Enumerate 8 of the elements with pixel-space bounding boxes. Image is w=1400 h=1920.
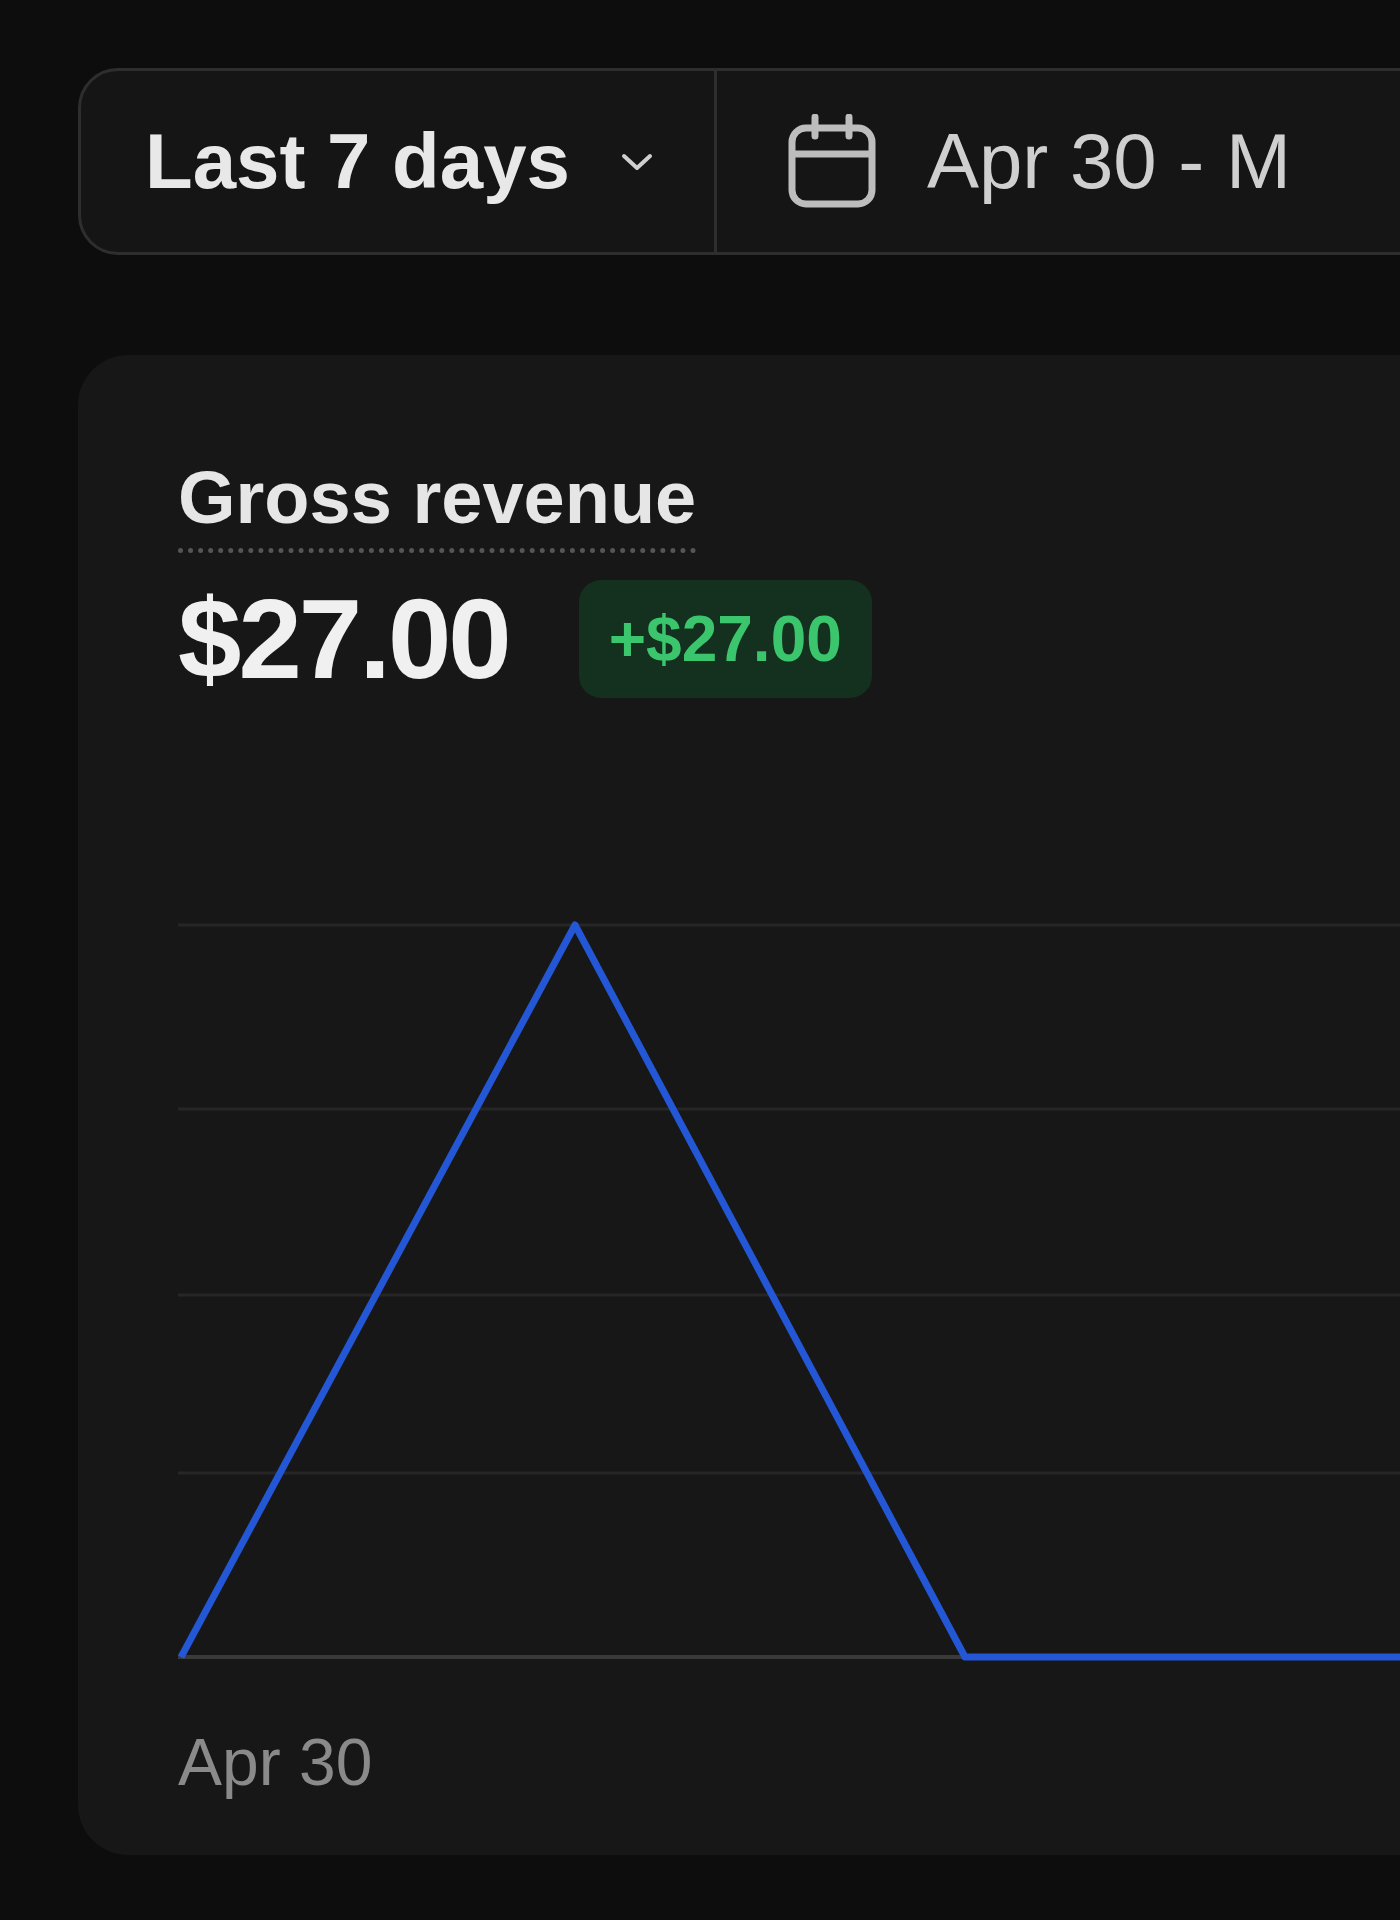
axis-label: Apr 30	[178, 1725, 373, 1799]
date-range-picker[interactable]: Apr 30 - M	[716, 71, 1291, 252]
chevron-down-icon	[619, 151, 654, 172]
card-title: Gross revenue	[178, 455, 697, 553]
calendar-icon	[786, 113, 877, 210]
revenue-value: $27.00	[178, 574, 509, 704]
change-badge: +$27.00	[578, 579, 872, 698]
range-select[interactable]: Last 7 days	[81, 71, 717, 252]
